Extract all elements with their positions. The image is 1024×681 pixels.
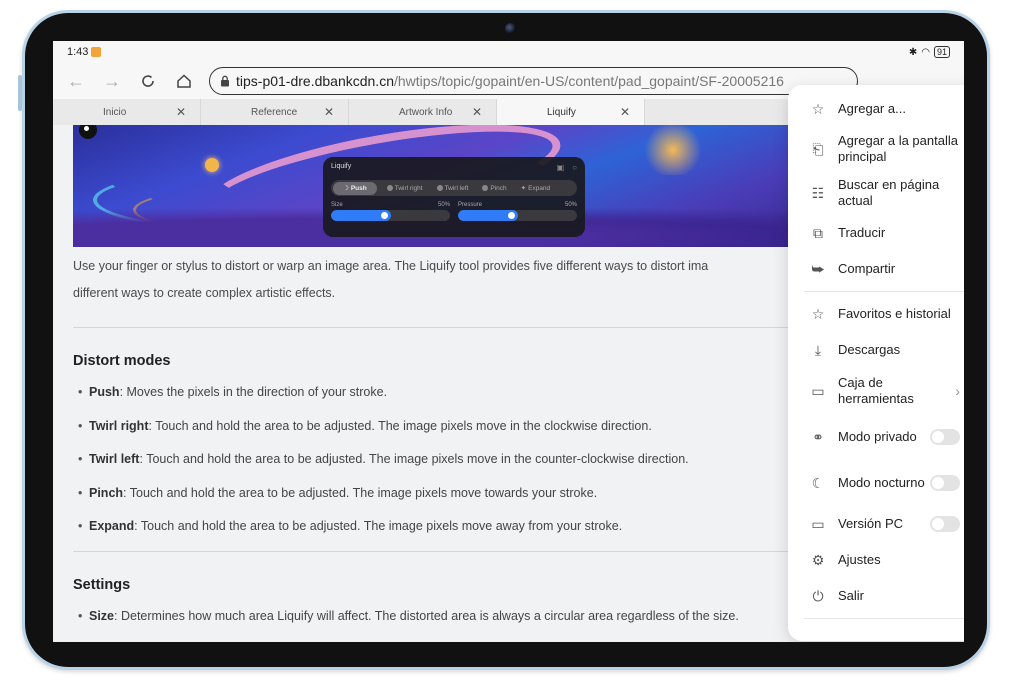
url-path: /hwtips/topic/gopaint/en-US/content/pad_… — [394, 73, 784, 89]
find-in-page-icon: ☷ — [811, 184, 825, 201]
menu-item-add-to-home[interactable]: ⎗ Agregar a la pantalla principal — [788, 127, 964, 171]
screen: 1:43 ✱ ◠ 91 ← → tips-p01-dre.dbankcdn.cn… — [53, 41, 964, 642]
intro-paragraph: Use your finger or stylus to distort or … — [73, 259, 709, 300]
lock-icon — [221, 75, 229, 87]
distort-modes-list: Push: Moves the pixels in the direction … — [73, 383, 793, 551]
menu-divider — [804, 618, 964, 619]
reload-icon — [142, 75, 154, 87]
tab-liquify[interactable]: Liquify ✕ — [497, 99, 645, 125]
mode-expand: ✦ Expand — [520, 184, 551, 193]
menu-item-settings[interactable]: ⚙ Ajustes — [788, 542, 964, 578]
home-button[interactable] — [173, 70, 195, 92]
private-mode-toggle[interactable] — [930, 429, 960, 445]
menu-item-toolbox[interactable]: ▭ Caja de herramientas › — [788, 368, 964, 414]
size-slider: Size 50% — [331, 202, 450, 221]
address-bar[interactable]: tips-p01-dre.dbankcdn.cn/hwtips/topic/go… — [209, 67, 858, 95]
list-item: Push: Moves the pixels in the direction … — [73, 383, 793, 417]
forward-button[interactable]: → — [101, 70, 123, 92]
settings-icon: ⚙ — [811, 551, 825, 568]
liquify-hero-image: Liquify ▣ ○ ☽ Push Twirl right Twirl left … — [73, 125, 793, 247]
toolbox-icon: ▭ — [811, 382, 825, 399]
liquify-panel-title: Liquify — [331, 163, 352, 170]
settings-list: Size: Determines how much area Liquify w… — [73, 607, 793, 641]
home-icon — [177, 74, 191, 88]
menu-item-private-mode[interactable]: ⚭ Modo privado — [788, 414, 964, 460]
menu-item-night-mode[interactable]: ☾ Modo nocturno — [788, 460, 964, 506]
back-button[interactable]: ← — [65, 70, 87, 92]
power-icon: ⏻ — [812, 587, 824, 604]
menu-item-desktop-version[interactable]: ▭ Versión PC — [788, 506, 964, 542]
section-title-settings: Settings — [73, 576, 131, 593]
reload-button[interactable] — [137, 70, 159, 92]
share-icon: ⮩ — [811, 260, 825, 277]
clock: 1:43 — [67, 46, 89, 58]
tab-label: Reference — [251, 106, 298, 118]
menu-item-share[interactable]: ⮩ Compartir — [788, 251, 964, 287]
tab-label: Artwork Info — [399, 106, 453, 118]
mode-twirl-left: Twirl left — [433, 182, 473, 195]
url-host: tips-p01-dre.dbankcdn.cn — [236, 73, 394, 89]
menu-item-add-to[interactable]: ☆ Agregar a... — [788, 91, 964, 127]
bluetooth-icon: ✱ — [908, 46, 918, 58]
liquify-mode-selector: ☽ Push Twirl right Twirl left Pinch ✦ Expa… — [331, 180, 577, 196]
close-icon[interactable]: ✕ — [176, 105, 186, 119]
bookmarks-history-icon: ☆ — [811, 305, 825, 322]
menu-divider — [804, 291, 964, 292]
desktop-icon: ▭ — [811, 515, 825, 532]
front-camera — [505, 23, 516, 34]
chevron-right-icon: › — [955, 383, 960, 399]
tab-label: Liquify — [547, 106, 576, 118]
battery-indicator: 91 — [933, 46, 950, 58]
close-icon[interactable]: ✕ — [324, 105, 334, 119]
tab-reference[interactable]: Reference ✕ — [201, 99, 349, 125]
list-item: Size: Determines how much area Liquify w… — [73, 607, 793, 641]
article-body: Use your finger or stylus to distort or … — [73, 253, 793, 640]
section-divider — [73, 550, 793, 552]
status-bar: 1:43 ✱ ◠ 91 — [53, 41, 964, 63]
add-to-home-icon: ⎗ — [812, 140, 824, 157]
mode-push: ☽ Push — [333, 181, 377, 195]
incognito-icon: ⚭ — [812, 428, 824, 445]
moon-icon: ☾ — [811, 474, 825, 491]
desktop-version-toggle[interactable] — [930, 516, 960, 532]
pressure-slider: Pressure 50% — [458, 202, 577, 221]
tab-inicio[interactable]: Inicio ✕ — [53, 99, 201, 125]
section-title-distort-modes: Distort modes — [73, 353, 171, 369]
menu-item-find-in-page[interactable]: ☷ Buscar en página actual — [788, 171, 964, 215]
mode-pinch: Pinch — [478, 182, 510, 195]
close-icon[interactable]: ✕ — [620, 105, 630, 119]
tab-artwork-info[interactable]: Artwork Info ✕ — [349, 99, 497, 125]
notification-icon — [91, 47, 102, 57]
tab-label: Inicio — [103, 106, 127, 118]
reset-icon: ○ — [572, 163, 577, 172]
liquify-panel-illustration: Liquify ▣ ○ ☽ Push Twirl right Twirl left … — [323, 157, 585, 237]
list-item: Expand: Touch and hold the area to be ad… — [73, 517, 793, 551]
menu-item-downloads[interactable]: ⤓ Descargas — [788, 332, 964, 368]
browser-overflow-menu: ☆ Agregar a... ⎗ Agregar a la pantalla p… — [788, 85, 964, 641]
download-icon: ⤓ — [814, 341, 822, 358]
tablet-bezel: 1:43 ✱ ◠ 91 ← → tips-p01-dre.dbankcdn.cn… — [25, 13, 987, 667]
close-icon[interactable]: ✕ — [472, 105, 482, 119]
translate-icon: ⧉ — [813, 224, 823, 241]
list-item: Twirl right: Touch and hold the area to … — [73, 417, 793, 451]
fullscreen-icon: ▣ — [556, 163, 565, 172]
night-mode-toggle[interactable] — [930, 475, 960, 491]
section-divider — [73, 327, 793, 328]
power-button — [18, 75, 22, 111]
tablet-device: 1:43 ✱ ◠ 91 ← → tips-p01-dre.dbankcdn.cn… — [22, 10, 990, 670]
menu-item-exit[interactable]: ⏻ Salir — [788, 578, 964, 614]
list-item: Pinch: Touch and hold the area to be adj… — [73, 484, 793, 518]
menu-item-translate[interactable]: ⧉ Traducir — [788, 215, 964, 251]
star-icon: ☆ — [811, 100, 825, 117]
list-item: Twirl left: Touch and hold the area to b… — [73, 450, 793, 484]
wifi-icon: ◠ — [921, 46, 930, 58]
menu-item-bookmarks-history[interactable]: ☆ Favoritos e historial — [788, 296, 964, 332]
mode-twirl-right: Twirl right — [383, 182, 427, 195]
